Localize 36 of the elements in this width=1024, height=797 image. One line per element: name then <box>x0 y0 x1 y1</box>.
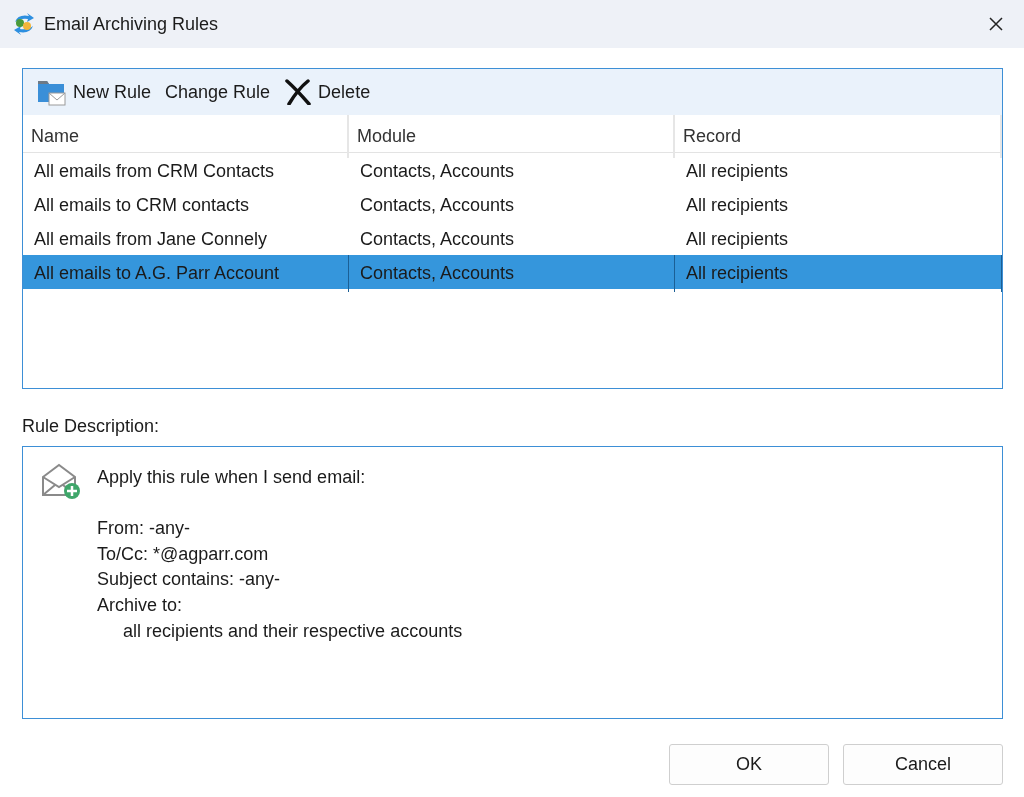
toolbar-button[interactable]: New Rule <box>31 74 158 110</box>
description-line: Subject contains: -any- <box>97 568 282 592</box>
close-icon <box>988 16 1004 32</box>
column-header[interactable]: Module <box>349 115 675 158</box>
table-cell: All emails to A.G. Parr Account <box>23 255 349 292</box>
table-row[interactable]: All emails to A.G. Parr Account Contacts, Accounts All recipients <box>23 255 1002 289</box>
table-cell-text: All emails from Jane Connely <box>33 228 269 251</box>
table-row[interactable]: All emails from Jane Connely Contacts, Accounts All recipients <box>23 221 1002 255</box>
table-cell-text: All emails to CRM contacts <box>33 194 251 217</box>
envelope-add-icon <box>41 463 81 499</box>
description-line: all recipients and their respective accounts <box>122 619 463 643</box>
table-cell-text: All emails from CRM Contacts <box>33 160 276 183</box>
column-header[interactable]: Record <box>675 115 1002 158</box>
table-cell-text: Contacts, Accounts <box>359 194 516 217</box>
table-cell: Contacts, Accounts <box>349 255 675 292</box>
app-icon <box>12 12 36 36</box>
table-cell-text: All recipients <box>685 160 790 183</box>
column-header[interactable]: Name <box>23 115 349 158</box>
table-cell-text: All recipients <box>685 228 790 251</box>
table-cell-text: Contacts, Accounts <box>359 160 516 183</box>
window-title: Email Archiving Rules <box>44 12 219 36</box>
folder-envelope-icon <box>37 78 67 106</box>
x-mark-icon <box>284 79 313 105</box>
description-heading: Apply this rule when I send email: <box>97 466 367 489</box>
description-line: From: -any- <box>97 517 191 541</box>
toolbar-button[interactable]: Change Rule <box>159 74 277 110</box>
table-cell: All recipients <box>675 255 1002 292</box>
description-line: To/Cc: *@agparr.com <box>97 542 270 566</box>
ok-button[interactable]: OK <box>669 744 829 785</box>
table-cell-text: All recipients <box>685 194 790 217</box>
toolbar-button[interactable]: Delete <box>278 74 377 110</box>
table-row[interactable]: All emails to CRM contacts Contacts, Accounts All recipients <box>23 187 1002 221</box>
table-cell-text: Contacts, Accounts <box>359 228 516 251</box>
cancel-button[interactable]: Cancel <box>843 744 1003 785</box>
section-label: Rule Description: <box>22 415 161 438</box>
description-line: Archive to: <box>97 593 184 617</box>
